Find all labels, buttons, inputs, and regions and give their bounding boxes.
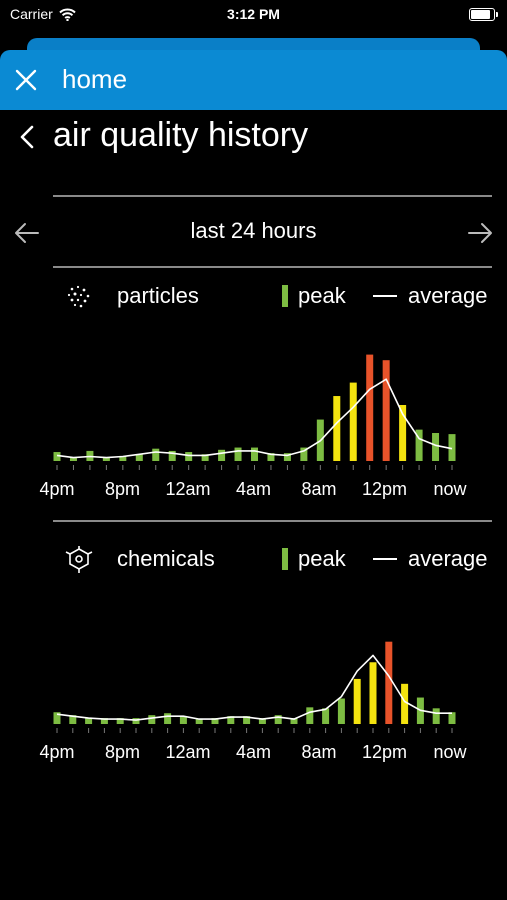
peak-legend-label: peak [298, 546, 346, 571]
x-tick-label: 12am [165, 479, 210, 499]
arrow-right-icon[interactable] [466, 219, 494, 247]
x-tick-label: 8am [301, 479, 336, 499]
average-line [56, 378, 453, 459]
time-range-label: last 24 hours [190, 218, 317, 243]
particles-icon [67, 285, 90, 308]
average-legend-label: average [408, 283, 488, 308]
chevron-left-icon[interactable] [16, 122, 38, 152]
peak-bar [164, 713, 172, 724]
peak-bar [148, 715, 156, 724]
peak-legend-label: peak [298, 283, 346, 308]
peak-swatch [282, 285, 288, 307]
x-tick-label: 8pm [105, 479, 140, 499]
battery-icon [469, 8, 498, 21]
nav-title: home [62, 64, 128, 94]
particles-chart: 4pm 8pm 12am 4am 8am 12pm now [39, 354, 468, 499]
peak-bar [152, 448, 160, 461]
peak-bar [337, 698, 345, 724]
divider [53, 520, 492, 522]
peak-bar [322, 708, 330, 724]
particles-title: particles [117, 283, 199, 308]
status-bar: Carrier 3:12 PM [0, 0, 507, 30]
peak-bar [448, 712, 456, 724]
chemicals-title: chemicals [117, 546, 215, 571]
peak-bar [382, 360, 390, 461]
chemicals-icon [65, 546, 93, 573]
peak-bar [432, 708, 440, 724]
average-line [56, 654, 452, 721]
x-tick-label: 4am [236, 742, 271, 762]
x-tick-label: 4pm [39, 742, 74, 762]
peak-bar [218, 449, 226, 461]
average-swatch [373, 558, 397, 560]
divider [53, 195, 492, 197]
x-tick-label: 12pm [362, 742, 407, 762]
chemicals-chart: 4pm 8pm 12am 4am 8am 12pm now [39, 641, 468, 762]
peak-bar [385, 641, 393, 724]
peak-bar [251, 447, 258, 461]
close-icon[interactable] [14, 68, 38, 92]
average-legend-label: average [408, 546, 488, 571]
peak-bar [185, 452, 193, 461]
peak-swatch [282, 548, 288, 570]
peak-bar [349, 382, 357, 461]
peak-bar [306, 707, 314, 724]
divider [53, 266, 492, 268]
peak-bar [333, 396, 341, 461]
x-tick-label: 4am [236, 479, 271, 499]
peak-bar [234, 447, 242, 461]
chemicals-legend: chemicals peak average [0, 544, 507, 574]
peak-bar [401, 683, 409, 724]
peak-bar [366, 354, 374, 461]
page-title: air quality history [53, 116, 309, 154]
x-tick-label: now [433, 479, 467, 499]
x-tick-label: now [433, 742, 467, 762]
x-tick-label: 8am [301, 742, 336, 762]
x-tick-label: 4pm [39, 479, 74, 499]
x-tick-label: 12am [165, 742, 210, 762]
peak-bar [432, 433, 440, 461]
x-tick-label: 8pm [105, 742, 140, 762]
peak-bar [369, 662, 377, 724]
average-swatch [373, 295, 397, 297]
particles-legend: particles peak average [0, 281, 507, 311]
x-tick-label: 12pm [362, 479, 407, 499]
status-time: 3:12 PM [227, 6, 280, 22]
peak-bar [353, 678, 361, 724]
nav-bar: home [0, 50, 507, 110]
